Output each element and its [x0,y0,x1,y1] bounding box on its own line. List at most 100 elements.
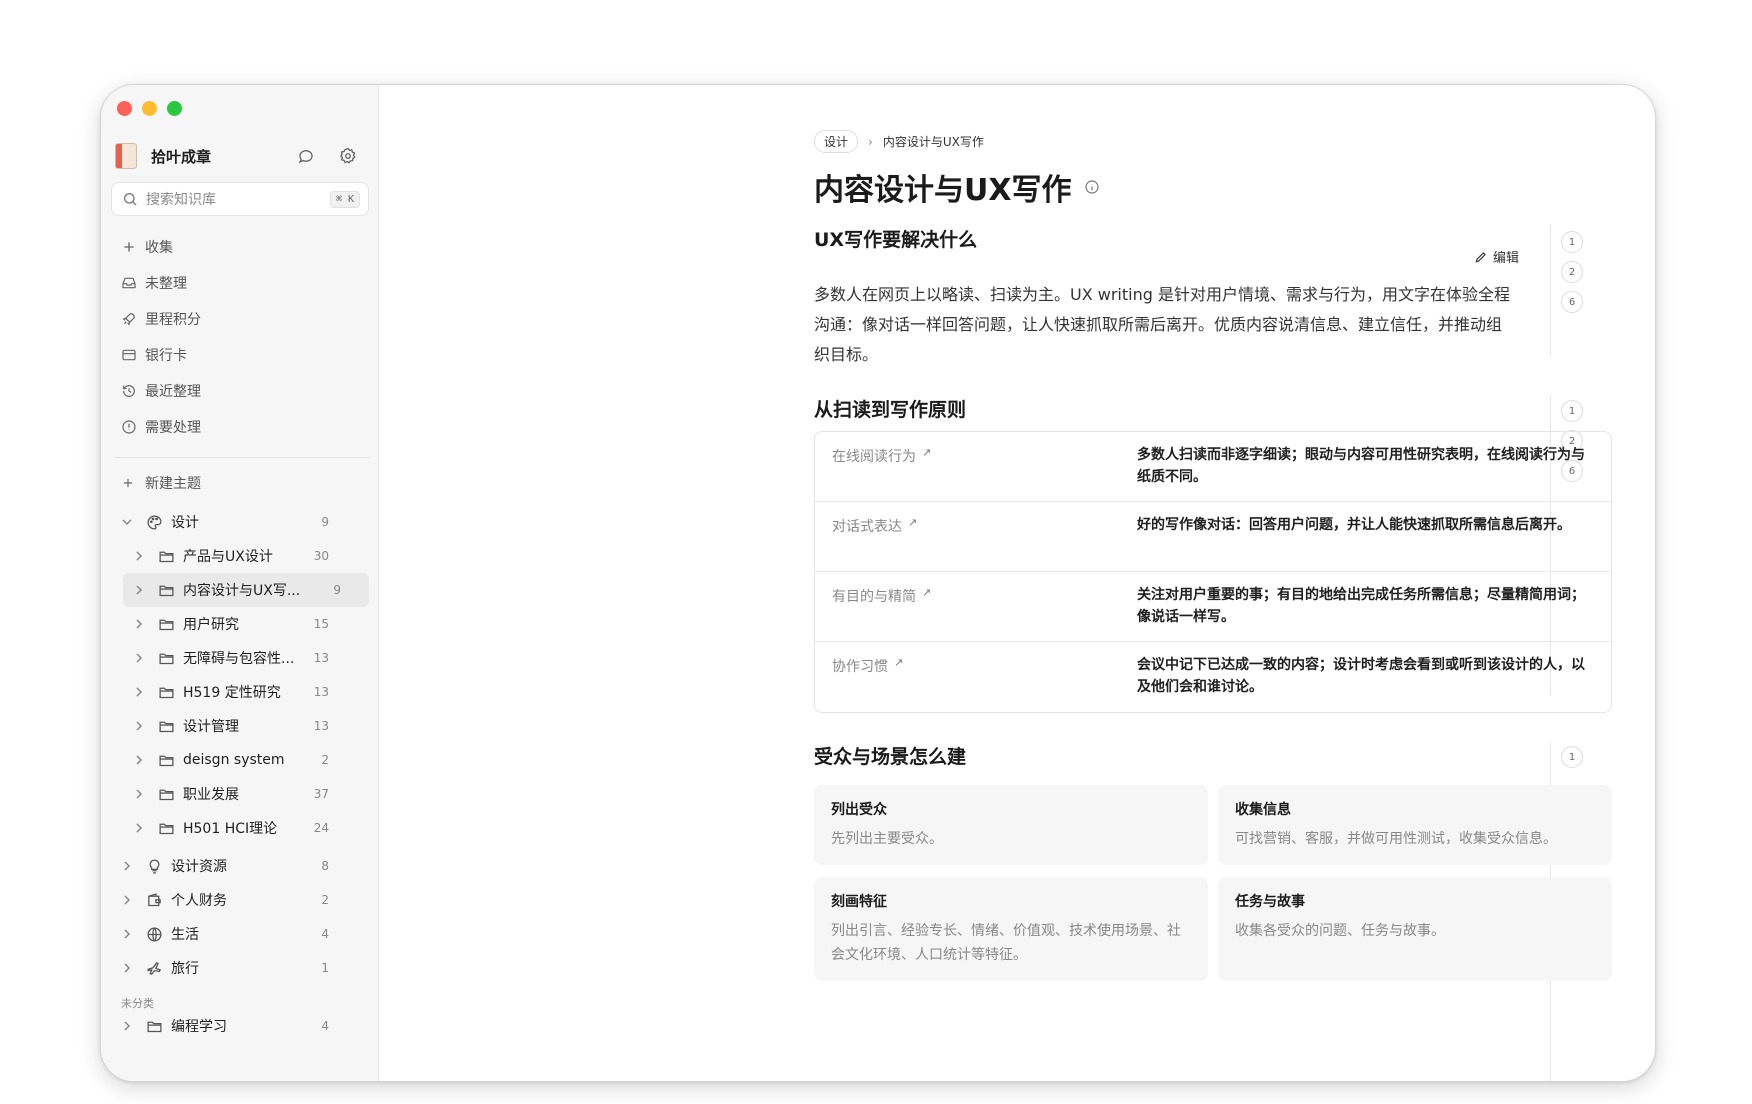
tree-item-count: 9 [321,515,329,529]
chevron-right-icon[interactable] [133,720,145,732]
chevron-right-icon[interactable] [133,754,145,766]
zoom-window-button[interactable] [167,101,182,116]
plus-icon [123,478,133,488]
palette-icon [145,513,163,531]
nav-item-todo[interactable]: 需要处理 [111,409,369,445]
arrow-up-right-icon: ↗ [922,586,932,599]
tree-item-count: 2 [321,753,329,767]
tree-item-design-resources[interactable]: 设计资源 8 [111,849,369,883]
tree-subitem[interactable]: 设计管理 13 [111,709,369,743]
tree-item-label: 个人财务 [171,893,227,909]
tree-item-design[interactable]: 设计 9 [111,505,369,539]
tree-subitem[interactable]: deisgn system 2 [111,743,369,777]
tree-subitem[interactable]: H501 HCI理论 24 [111,811,369,845]
tree-subitem[interactable]: 用户研究 15 [111,607,369,641]
nav-item-bank-card[interactable]: 银行卡 [111,337,369,373]
minimize-window-button[interactable] [142,101,157,116]
chevron-down-icon[interactable] [121,516,133,528]
card-description: 可找营销、客服，并做可用性测试，收集受众信息。 [1235,831,1557,847]
pencil-icon [1475,251,1486,262]
nav-item-collect[interactable]: 收集 [111,229,369,265]
nav-item-mileage[interactable]: 里程积分 [111,301,369,337]
chevron-right-icon[interactable] [121,860,133,872]
tree-item-finance[interactable]: 个人财务 2 [111,883,369,917]
breadcrumb-current: 内容设计与UX写作 [882,135,984,149]
chevron-right-icon[interactable] [121,962,133,974]
nav-label: 里程积分 [145,312,201,328]
tree-item-label: 设计管理 [183,719,239,735]
reference-badge[interactable]: 1 [1561,231,1583,253]
edit-button[interactable]: 编辑 [1474,247,1519,266]
tree-item-travel[interactable]: 旅行 1 [111,951,369,985]
chevron-right-icon[interactable] [133,822,145,834]
nav-item-unsorted[interactable]: 未整理 [111,265,369,301]
reference-badge[interactable]: 1 [1561,746,1583,768]
card-title: 收集信息 [1235,802,1291,818]
wallet-icon [145,891,163,909]
tree-item-label: 设计 [171,515,199,531]
plus-icon [124,242,134,252]
tree-item-label: 无障碍与包容性... [183,651,295,667]
card-title: 任务与故事 [1235,894,1305,910]
sidebar-divider [115,457,369,458]
chevron-right-icon[interactable] [121,928,133,940]
tree-subitem[interactable]: 产品与UX设计 30 [111,539,369,573]
table-key-link[interactable]: 有目的与精简 ↗ [815,572,1137,641]
tree-item-count: 30 [313,549,329,563]
tree-item-count: 37 [313,787,329,801]
chevron-right-icon[interactable] [121,1020,133,1032]
table-row: 对话式表达 ↗ 好的写作像对话：回答用户问题，并让人能快速抓取所需信息后离开。 [815,502,1611,572]
chat-bubble-icon[interactable] [295,145,317,167]
tree-item-count: 1 [321,961,329,975]
tree-subitem[interactable]: 职业发展 37 [111,777,369,811]
tree-item-count: 2 [321,893,329,907]
search-placeholder: 搜索知识库 [146,192,216,208]
chevron-right-icon[interactable] [133,550,145,562]
close-window-button[interactable] [117,101,132,116]
new-topic-button[interactable]: 新建主题 [111,467,369,499]
folder-icon [157,547,175,565]
table-key-link[interactable]: 在线阅读行为 ↗ [815,432,1137,501]
reference-badge[interactable]: 6 [1561,291,1583,313]
new-topic-label: 新建主题 [145,476,201,492]
inbox-icon [122,277,136,289]
tree-item-programming[interactable]: 编程学习 4 [111,1009,369,1043]
tree-item-label: 内容设计与UX写... [183,583,301,599]
table-row: 有目的与精简 ↗ 关注对用户重要的事；有目的地给出完成任务所需信息；尽量精简用词；… [815,572,1611,642]
nav-label: 银行卡 [145,348,187,364]
card-description: 收集各受众的问题、任务与故事。 [1235,923,1445,939]
table-key-link[interactable]: 对话式表达 ↗ [815,502,1137,571]
notebook-logo-icon [115,143,137,169]
gear-icon[interactable] [337,145,359,167]
tree-item-label: deisgn system [183,752,285,768]
table-key-link[interactable]: 协作习惯 ↗ [815,642,1137,712]
chevron-right-icon[interactable] [133,788,145,800]
section-title: UX写作要解决什么 [814,229,978,251]
info-icon[interactable] [1084,179,1100,195]
table-row: 协作习惯 ↗ 会议中记下已达成一致的内容；设计时考虑会看到或听到该设计的人，以及他… [815,642,1611,712]
info-card: 列出受众 先列出主要受众。 [814,785,1208,865]
chevron-right-icon[interactable] [121,894,133,906]
tree-item-label: 生活 [171,927,199,943]
card-title: 刻画特征 [831,894,887,910]
reference-badge[interactable]: 2 [1561,261,1583,283]
chevron-right-icon[interactable] [133,652,145,664]
tree-item-count: 8 [321,859,329,873]
info-card: 收集信息 可找营销、客服，并做可用性测试，收集受众信息。 [1218,785,1612,865]
breadcrumb-parent[interactable]: 设计 [814,130,859,153]
chevron-right-icon[interactable] [133,618,145,630]
tree-subitem[interactable]: 无障碍与包容性... 13 [111,641,369,675]
table-value: 关注对用户重要的事；有目的地给出完成任务所需信息；尽量精简用词；像说话一样写。 [1137,587,1585,625]
chevron-right-icon[interactable] [133,584,145,596]
tree-item-count: 15 [313,617,329,631]
reference-badge[interactable]: 1 [1561,400,1583,422]
tree-subitem-active[interactable]: 内容设计与UX写... 9 [123,573,369,607]
chevron-right-icon[interactable] [133,686,145,698]
nav-label: 未整理 [145,276,187,292]
search-input[interactable]: 搜索知识库 ⌘ K [111,182,369,216]
tree-item-count: 9 [333,583,341,597]
table-key: 协作习惯 [832,659,888,675]
tree-subitem[interactable]: H519 定性研究 13 [111,675,369,709]
tree-item-life[interactable]: 生活 4 [111,917,369,951]
nav-item-recent[interactable]: 最近整理 [111,373,369,409]
